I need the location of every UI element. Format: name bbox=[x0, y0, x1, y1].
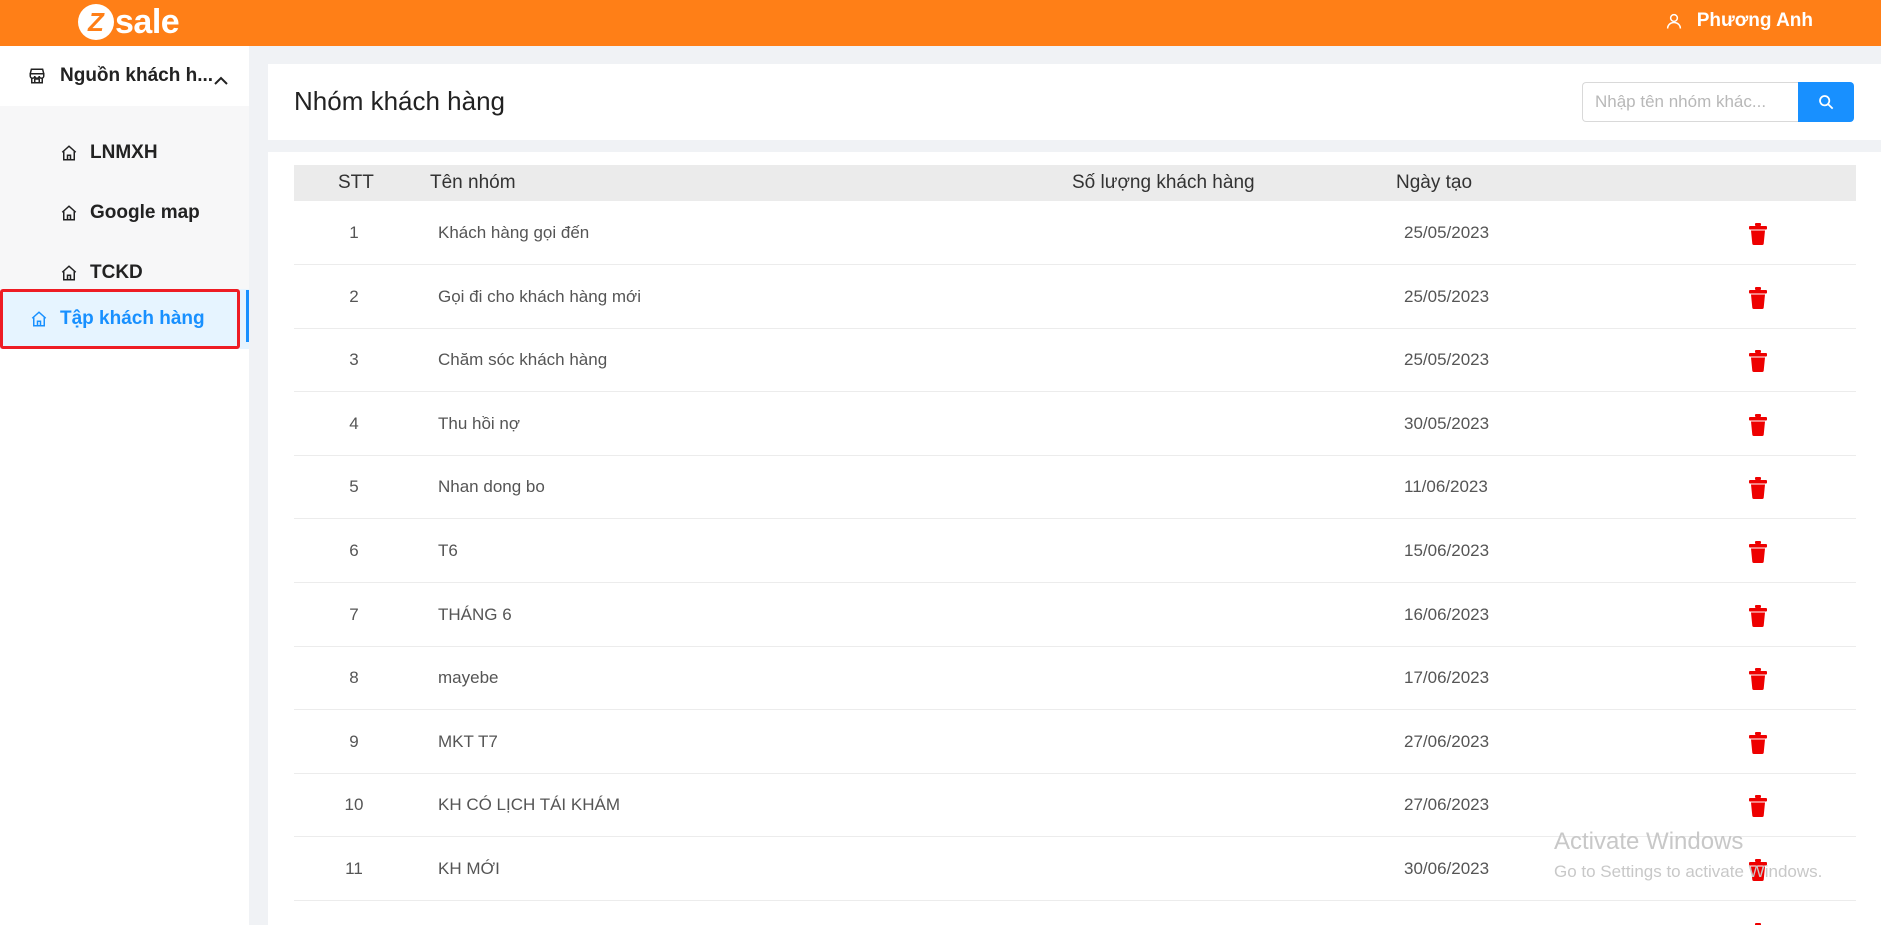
sidebar-group-label: Nguồn khách h... bbox=[60, 65, 214, 86]
row-group-name: Nhan dong bo bbox=[438, 477, 545, 497]
table-row: 2 Gọi đi cho khách hàng mới 25/05/2023 bbox=[294, 265, 1856, 329]
row-created-date: 30/05/2023 bbox=[1404, 413, 1490, 433]
sidebar: Nguồn khách h... LNMXH Google map TCKD T… bbox=[0, 46, 249, 925]
row-stt: 4 bbox=[349, 413, 359, 433]
row-group-name: KH MỚI bbox=[438, 859, 500, 878]
table-row: 7 THÁNG 6 16/06/2023 bbox=[294, 583, 1856, 647]
trash-icon[interactable] bbox=[1748, 350, 1768, 373]
user-icon bbox=[1666, 13, 1681, 29]
active-indicator bbox=[246, 290, 249, 342]
trash-icon[interactable] bbox=[1748, 795, 1768, 818]
highlight-box bbox=[0, 289, 240, 349]
trash-icon[interactable] bbox=[1748, 541, 1768, 563]
row-group-name: MKT T7 bbox=[438, 731, 498, 751]
row-group-name: Chăm sóc khách hàng bbox=[438, 350, 608, 370]
row-created-date: 17/06/2023 bbox=[1404, 668, 1490, 688]
chevron-up-icon[interactable] bbox=[214, 70, 228, 92]
table-row: 5 Nhan dong bo 11/06/2023 bbox=[294, 455, 1856, 520]
row-stt: 3 bbox=[349, 350, 359, 370]
row-group-name: T6 bbox=[438, 541, 458, 560]
row-stt: 9 bbox=[349, 731, 359, 751]
logo-mark: Z bbox=[78, 4, 114, 40]
row-stt: 7 bbox=[349, 604, 359, 624]
table-row: 1 Khách hàng gọi đến 25/05/2023 bbox=[294, 201, 1856, 265]
table-header: STT Tên nhóm Số lượng khách hàng Ngày tạ… bbox=[294, 165, 1856, 201]
row-group-name: mayebe bbox=[438, 668, 499, 688]
trash-icon[interactable] bbox=[1748, 668, 1768, 691]
table-row: 6 T6 15/06/2023 bbox=[294, 519, 1856, 583]
search-input[interactable] bbox=[1582, 82, 1806, 122]
row-created-date: 16/06/2023 bbox=[1404, 604, 1490, 624]
table-row: 9 MKT T7 27/06/2023 bbox=[294, 710, 1856, 774]
sidebar-item-label: LNMXH bbox=[90, 142, 158, 163]
user-menu[interactable]: Phương Anh bbox=[1665, 0, 1813, 42]
watermark-title: Activate Windows bbox=[1554, 828, 1744, 855]
sidebar-group-customer-source[interactable]: Nguồn khách h... bbox=[0, 46, 249, 106]
logo-text: sale bbox=[115, 3, 180, 41]
row-group-name: Thu hồi nợ bbox=[438, 413, 521, 433]
search-button[interactable] bbox=[1798, 82, 1854, 122]
row-stt: 6 bbox=[349, 541, 359, 560]
row-created-date: 25/05/2023 bbox=[1404, 286, 1490, 306]
row-stt: 5 bbox=[349, 477, 359, 497]
row-stt: 2 bbox=[349, 286, 359, 306]
table-row: 4 Thu hồi nợ 30/05/2023 bbox=[294, 392, 1856, 456]
trash-icon[interactable] bbox=[1748, 286, 1768, 309]
trash-icon[interactable] bbox=[1748, 413, 1768, 436]
page-title: Nhóm khách hàng bbox=[294, 86, 506, 116]
row-stt: 10 bbox=[344, 795, 364, 815]
column-header-stt: STT bbox=[338, 172, 374, 193]
home-icon bbox=[60, 144, 78, 162]
sidebar-item-lnmxh[interactable]: LNMXH bbox=[0, 123, 249, 183]
home-icon bbox=[60, 204, 78, 222]
row-stt: 11 bbox=[345, 859, 363, 878]
windows-watermark: Activate Windows Go to Settings to activ… bbox=[1554, 827, 1822, 885]
store-icon bbox=[28, 67, 46, 85]
row-group-name: Khách hàng gọi đến bbox=[438, 223, 590, 242]
row-stt: 1 bbox=[349, 223, 359, 242]
row-created-date: 11/06/2023 bbox=[1404, 477, 1488, 497]
row-stt: 8 bbox=[349, 668, 359, 688]
user-name: Phương Anh bbox=[1696, 10, 1813, 31]
column-header-count: Số lượng khách hàng bbox=[1072, 172, 1255, 193]
table-row: 3 Chăm sóc khách hàng 25/05/2023 bbox=[294, 328, 1856, 393]
row-created-date: 27/06/2023 bbox=[1404, 731, 1490, 751]
search-icon bbox=[1819, 95, 1834, 110]
logo[interactable]: Z sale bbox=[78, 3, 180, 41]
row-created-date: 25/05/2023 bbox=[1404, 223, 1490, 242]
sidebar-item-label: TCKD bbox=[90, 262, 143, 283]
row-group-name: Gọi đi cho khách hàng mới bbox=[438, 286, 641, 306]
top-bar: Z sale Phương Anh bbox=[0, 0, 1881, 46]
row-created-date: 30/06/2023 bbox=[1404, 859, 1490, 878]
page-header: Nhóm khách hàng bbox=[268, 64, 1881, 140]
column-header-date: Ngày tạo bbox=[1396, 172, 1473, 193]
table-row bbox=[294, 901, 1856, 925]
row-created-date: 15/06/2023 bbox=[1404, 541, 1490, 560]
trash-icon[interactable] bbox=[1748, 731, 1768, 754]
row-created-date: 27/06/2023 bbox=[1404, 795, 1490, 815]
table-row: 8 mayebe 17/06/2023 bbox=[294, 646, 1856, 711]
watermark-subtitle: Go to Settings to activate Windows. bbox=[1554, 862, 1823, 881]
column-header-name: Tên nhóm bbox=[430, 172, 516, 193]
sidebar-item-google-map[interactable]: Google map bbox=[0, 183, 249, 243]
trash-icon[interactable] bbox=[1748, 477, 1768, 500]
row-group-name: KH CÓ LỊCH TÁI KHÁM bbox=[438, 795, 620, 815]
customer-group-table: STT Tên nhóm Số lượng khách hàng Ngày tạ… bbox=[268, 152, 1881, 925]
row-created-date: 25/05/2023 bbox=[1404, 350, 1490, 370]
row-group-name: THÁNG 6 bbox=[438, 604, 512, 624]
sidebar-item-label: Google map bbox=[90, 202, 200, 223]
trash-icon[interactable] bbox=[1748, 604, 1768, 627]
trash-icon[interactable] bbox=[1748, 223, 1768, 245]
home-icon bbox=[60, 264, 78, 282]
